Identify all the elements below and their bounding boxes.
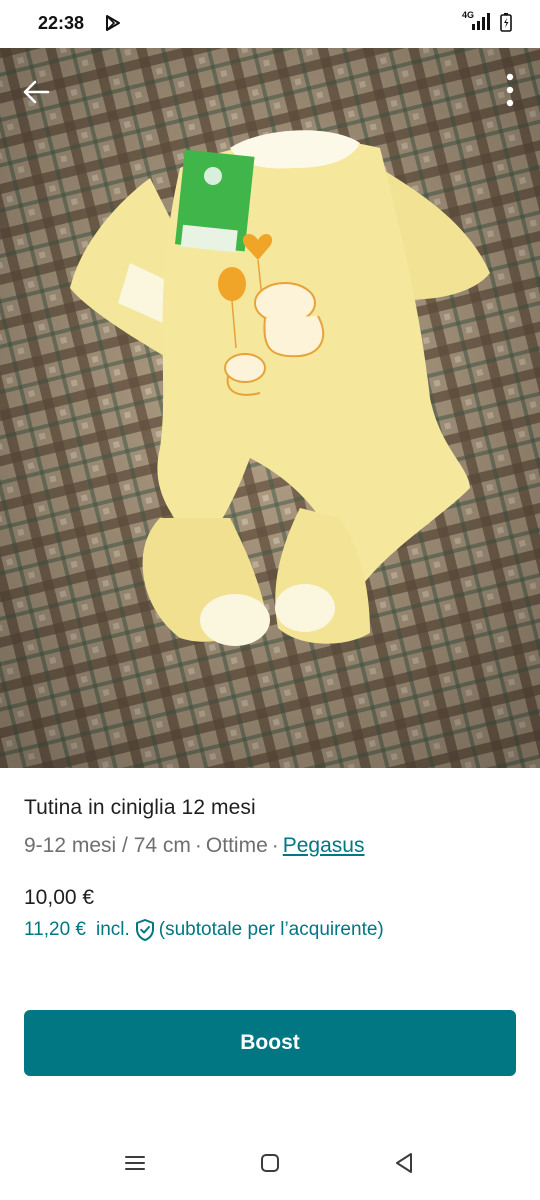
item-details: 9-12 mesi / 74 cm · Ottime · Pegasus — [24, 834, 516, 858]
incl-label: incl. — [95, 919, 130, 940]
battery-icon — [500, 13, 512, 32]
home-button[interactable] — [255, 1148, 285, 1178]
home-icon — [261, 1154, 279, 1172]
item-condition: Ottime — [205, 834, 268, 857]
status-time: 22:38 — [38, 13, 85, 33]
item-title: Tutina in ciniglia 12 mesi — [24, 796, 256, 819]
back-button[interactable] — [16, 72, 56, 112]
details-separator: · — [271, 834, 279, 857]
system-navigation-bar — [0, 1128, 540, 1200]
arrow-left-icon — [23, 80, 50, 104]
item-price: 10,00 € — [24, 886, 95, 909]
shield-check-icon — [135, 919, 154, 941]
back-icon — [396, 1153, 412, 1173]
recent-apps-button[interactable] — [120, 1148, 150, 1178]
play-store-icon — [106, 15, 120, 31]
buyer-price: 11,20 € — [24, 919, 86, 940]
item-photo-carousel[interactable] — [0, 48, 540, 768]
more-options-button[interactable] — [498, 70, 522, 110]
item-photo — [0, 48, 540, 768]
buyer-note: (subtotale per l’acquirente) — [158, 919, 384, 940]
details-separator: · — [194, 834, 202, 857]
item-size: 9-12 mesi / 74 cm — [24, 834, 191, 857]
menu-icon — [125, 1156, 145, 1170]
boost-button[interactable]: Boost — [24, 1010, 516, 1076]
buyer-price-row[interactable]: 11,20 € incl. (subtotale per l’acquirent… — [24, 918, 384, 942]
system-back-button[interactable] — [389, 1148, 419, 1178]
status-indicators: 4G — [462, 10, 512, 32]
item-brand-link[interactable]: Pegasus — [283, 834, 365, 857]
more-vertical-icon — [506, 73, 514, 107]
network-type: 4G — [462, 10, 475, 20]
item-info: Tutina in ciniglia 12 mesi 9-12 mesi / 7… — [24, 796, 516, 858]
status-bar: 22:38 4G — [0, 0, 540, 48]
signal-icon: 4G — [462, 10, 494, 32]
